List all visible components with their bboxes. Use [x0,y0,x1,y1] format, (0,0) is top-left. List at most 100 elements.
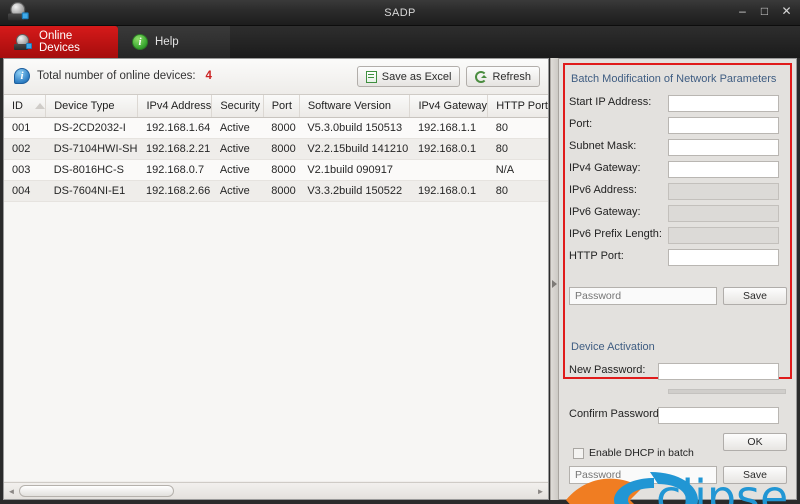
cell-ipv4: 192.168.1.64 [137,117,212,139]
field-ipv6-address: IPv6 Address: [569,183,787,200]
ipv6-address-input[interactable] [668,183,779,200]
table-row[interactable]: 003 DS-8016HC-S 192.168.0.7 Active 8000 … [4,159,548,181]
scroll-left-arrow-icon[interactable]: ◄ [7,487,16,496]
cell-device-type: DS-7104HWI-SH [45,138,138,160]
refresh-icon [475,70,488,83]
device-table-wrapper[interactable]: ID Device Type IPv4 Address Security Por… [4,95,548,481]
device-count-group: i Total number of online devices: 4 [14,68,212,84]
save-as-excel-label: Save as Excel [381,70,452,83]
batch-password-input[interactable] [569,287,717,305]
device-count-value: 4 [205,70,212,82]
field-ipv6-gateway-label: IPv6 Gateway: [569,206,641,218]
scrollbar-thumb[interactable] [19,485,174,497]
device-table: ID Device Type IPv4 Address Security Por… [4,95,548,202]
column-header-id-label: ID [12,99,23,112]
confirm-password-input[interactable] [658,407,779,424]
field-ipv4-gateway: IPv4 Gateway: [569,161,787,178]
cell-security: Active [211,159,264,181]
column-header-ipv4-address[interactable]: IPv4 Address [137,95,213,118]
device-count-label: Total number of online devices: [37,70,196,82]
toolbar-buttons: Save as Excel Refresh [356,66,540,87]
field-subnet-mask: Subnet Mask: [569,139,787,156]
window-controls: – □ ✕ [735,4,794,19]
tab-help[interactable]: i Help [118,26,230,58]
ipv6-gateway-input[interactable] [668,205,779,222]
help-info-icon: i [132,34,148,50]
field-new-password: New Password: [569,363,787,380]
horizontal-scrollbar[interactable]: ◄ ► [4,482,548,499]
cell-http-port: 80 [487,180,548,202]
cell-gateway [409,159,488,181]
password-strength-meter [668,389,786,394]
close-button[interactable]: ✕ [779,4,794,19]
sort-ascending-icon [35,102,45,109]
tab-online-devices[interactable]: Online Devices [0,26,118,58]
window-title: SADP [384,7,416,19]
table-row[interactable]: 001 DS-2CD2032-I 192.168.1.64 Active 800… [4,117,548,139]
field-ipv6-address-label: IPv6 Address: [569,184,637,196]
field-ipv4-gateway-label: IPv4 Gateway: [569,162,641,174]
field-http-port: HTTP Port: [569,249,787,266]
field-confirm-password: Confirm Password: [569,407,787,424]
cell-security: Active [211,117,264,139]
port-input[interactable] [668,117,779,134]
maximize-button[interactable]: □ [757,4,772,19]
ipv4-gateway-input[interactable] [668,161,779,178]
cell-port: 8000 [263,138,300,160]
cell-software: V2.2.15build 141210 [299,138,410,160]
column-header-port[interactable]: Port [263,95,300,118]
refresh-button[interactable]: Refresh [466,66,540,87]
cell-ipv4: 192.168.2.21 [137,138,212,160]
cell-port: 8000 [263,159,300,181]
new-password-input[interactable] [658,363,779,380]
column-header-ipv4-gateway[interactable]: IPv4 Gateway [409,95,489,118]
minimize-button[interactable]: – [735,4,750,19]
excel-icon [365,70,377,83]
main-body: i Total number of online devices: 4 Save… [0,58,800,504]
table-header-row: ID Device Type IPv4 Address Security Por… [4,95,548,118]
tab-help-label: Help [155,36,179,48]
field-port: Port: [569,117,787,134]
field-subnet-mask-label: Subnet Mask: [569,140,637,152]
cell-http-port: 80 [487,117,548,139]
column-header-security[interactable]: Security [211,95,264,118]
batch-save-button[interactable]: Save [723,287,787,305]
enable-dhcp-checkbox[interactable] [573,448,584,459]
pane-splitter[interactable] [550,58,559,500]
cell-device-type: DS-7604NI-E1 [45,180,138,202]
cell-software: V3.3.2build 150522 [299,180,410,202]
cell-security: Active [211,180,264,202]
cell-id: 004 [4,180,46,202]
enable-dhcp-checkbox-label: Enable DHCP in batch [589,447,694,459]
device-table-body: 001 DS-2CD2032-I 192.168.1.64 Active 800… [4,117,548,202]
parameters-pane: Batch Modification of Network Parameters… [559,58,797,500]
column-header-id[interactable]: ID [4,95,47,118]
save-as-excel-button[interactable]: Save as Excel [356,66,461,87]
column-header-device-type[interactable]: Device Type [45,95,139,118]
start-ip-address-input[interactable] [668,95,779,112]
http-port-input[interactable] [668,249,779,266]
field-port-label: Port: [569,118,593,130]
cell-gateway: 192.168.1.1 [409,117,488,139]
subnet-mask-input[interactable] [668,139,779,156]
activation-ok-button[interactable]: OK [723,433,787,451]
cell-ipv4: 192.168.0.7 [137,159,212,181]
cell-software: V2.1build 090917 [299,159,410,181]
cell-security: Active [211,138,264,160]
table-row[interactable]: 002 DS-7104HWI-SH 192.168.2.21 Active 80… [4,138,548,160]
activation-password-input[interactable] [569,466,717,484]
column-header-http-port[interactable]: HTTP Port [487,95,548,118]
batch-panel-title: Batch Modification of Network Parameters [571,73,777,85]
cell-id: 001 [4,117,46,139]
column-header-software-version[interactable]: Software Version [299,95,411,118]
scroll-right-arrow-icon[interactable]: ► [536,487,545,496]
tab-online-devices-label: Online Devices [39,30,80,54]
cell-gateway: 192.168.0.1 [409,138,488,160]
tab-bar: Online Devices i Help [0,26,800,58]
monitor-globe-icon [14,34,32,50]
activation-save-button[interactable]: Save [723,466,787,484]
ipv6-prefix-length-input[interactable] [668,227,779,244]
table-row[interactable]: 004 DS-7604NI-E1 192.168.2.66 Active 800… [4,180,548,202]
field-start-ip-address: Start IP Address: [569,95,787,112]
cell-software: V5.3.0build 150513 [299,117,410,139]
